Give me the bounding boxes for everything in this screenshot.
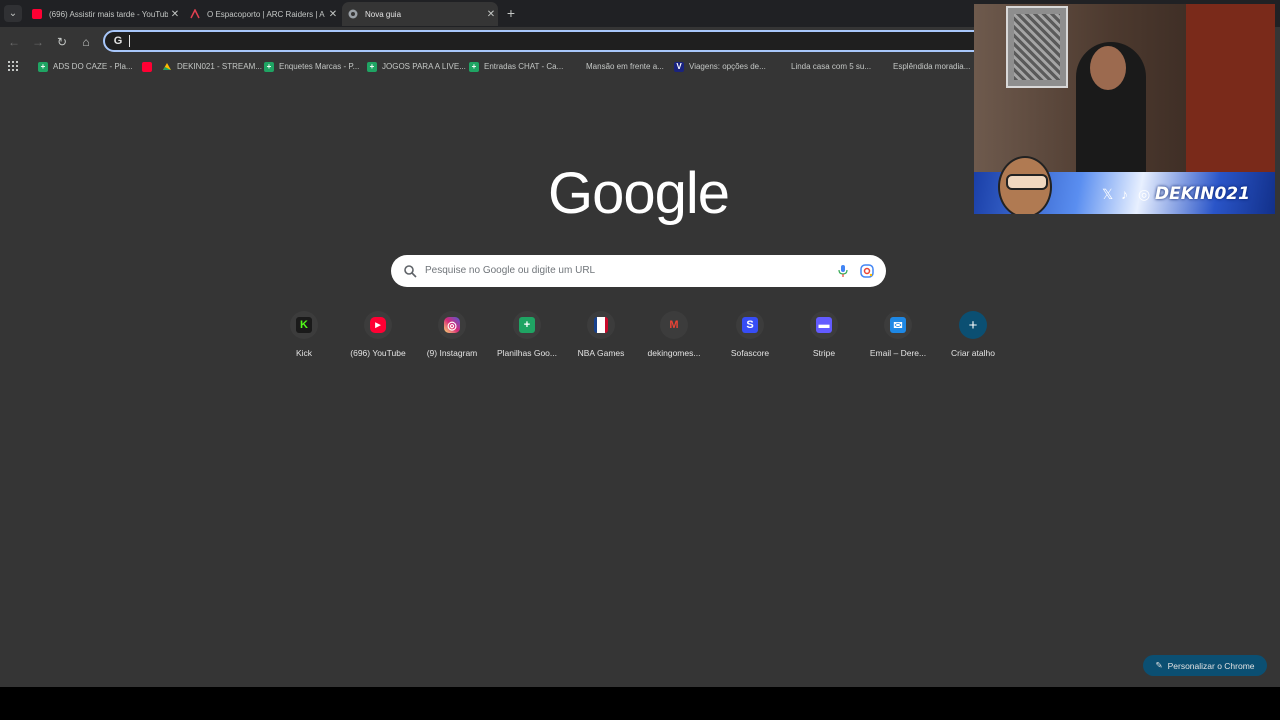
cartoon-avatar [998,156,1052,214]
bookmark-label: Esplêndida moradia... [893,62,971,71]
customize-label: Personalizar o Chrome [1167,660,1255,671]
shortcut-label: (696) YouTube [350,348,406,358]
framed-poster [1006,6,1068,88]
microphone-icon[interactable] [837,264,849,278]
google-g-icon: G [113,35,123,47]
shortcut-instagram[interactable]: ◎ (9) Instagram [414,311,490,371]
x-logo-icon: 𝕏 [1102,186,1114,202]
sheets-icon: + [367,61,377,72]
shortcut-label: Kick [295,348,313,358]
youtube-icon [142,61,152,72]
bookmark-label: Linda casa com 5 su... [791,62,872,71]
shortcut-email[interactable]: ✉ Email – Dere... [860,311,936,371]
tab-youtube[interactable]: (696) Assistir mais tarde - YouTube ✕ [26,2,182,26]
bookmark-label: ADS DO CAZE - Pla... [53,62,133,71]
address-bar[interactable]: G [103,30,1103,52]
search-placeholder: Pesquise no Google ou digite um URL [425,265,596,276]
google-logo: Google [548,161,730,226]
shortcut-label: Sofascore [730,348,770,358]
shortcut-label: Email – Dere... [869,348,927,358]
google-lens-icon[interactable] [860,264,874,278]
bookmark-label: JOGOS PARA A LIVE... [382,62,466,71]
instagram-icon: ◎ [1138,186,1151,202]
bookmark-jogos-para-a-live[interactable]: + JOGOS PARA A LIVE... [367,60,466,73]
back-arrow-icon[interactable]: ← [6,34,22,50]
bookmark-label: Enquetes Marcas - P... [279,62,360,71]
text-cursor [129,35,130,47]
close-icon[interactable]: ✕ [168,9,182,20]
home-icon[interactable]: ⌂ [78,34,94,50]
bookmark-enquetes-marcas[interactable]: + Enquetes Marcas - P... [264,60,359,73]
gmail-icon: M [669,319,679,331]
pencil-icon: ✎ [1155,660,1163,670]
stripe-icon: ▬ [816,317,832,333]
drive-icon [162,62,172,72]
forward-arrow-icon[interactable]: → [30,34,46,50]
shortcut-stripe[interactable]: ▬ Stripe [786,311,862,371]
sheets-icon: + [264,61,274,72]
bookmark-entradas-chat[interactable]: + Entradas CHAT - Ca... [469,60,563,73]
arc-raiders-icon [190,9,200,19]
tab-arc-raiders[interactable]: O Espacoporto | ARC Raiders | A ✕ [184,2,340,26]
sheets-icon: + [38,61,48,72]
reload-icon[interactable]: ↻ [54,34,70,50]
shortcut-youtube[interactable]: ▶ (696) YouTube [340,311,416,371]
tab-title: O Espacoporto | ARC Raiders | A [207,9,325,19]
red-door [1186,4,1275,172]
instagram-icon: ◎ [444,317,460,333]
shortcut-gmail[interactable]: M dekingomes... [636,311,712,371]
nba-icon [594,317,608,333]
shortcut-planilhas-google[interactable]: + Planilhas Goo... [489,311,565,371]
sofascore-icon: S [742,317,758,333]
new-tab-button[interactable]: + [503,4,519,22]
bookmark-esplendida-moradia[interactable]: Esplêndida moradia... [893,60,970,73]
google-search-box[interactable]: Pesquise no Google ou digite um URL [391,255,886,287]
bookmark-label: Viagens: opções de... [689,62,766,71]
bookmark-dekin021-stream[interactable]: DEKIN021 - STREAM... [162,60,262,73]
youtube-icon: ▶ [370,317,386,333]
bookmark-label: Mansão em frente a... [586,62,664,71]
add-icon: + [968,316,978,334]
bookmark-mansao[interactable]: Mansão em frente a... [586,60,664,73]
tab-search-chevron-icon[interactable]: ⌄ [4,5,22,22]
shortcut-criar-atalho[interactable]: + Criar atalho [935,311,1011,371]
shortcut-label: dekingomes... [647,348,701,358]
shortcut-label: (9) Instagram [426,348,478,358]
flag-icon: V [674,61,684,72]
shortcut-label: Stripe [812,348,836,358]
bookmark-youtube[interactable] [142,60,157,73]
email-icon: ✉ [890,317,906,333]
shortcut-kick[interactable]: K Kick [266,311,342,371]
bookmark-label: Entradas CHAT - Ca... [484,62,564,71]
tab-nova-guia[interactable]: Nova guia ✕ [342,2,498,26]
chrome-icon [348,9,358,19]
webcam-overlay: 𝕏 ♪ ◎ DEKIN021 [974,4,1275,214]
customize-chrome-button[interactable]: ✎ Personalizar o Chrome [1143,655,1267,676]
bookmark-linda-casa[interactable]: Linda casa com 5 su... [791,60,871,73]
close-icon[interactable]: ✕ [326,9,340,20]
shortcut-nba-games[interactable]: NBA Games [563,311,639,371]
kick-icon: K [296,317,312,333]
tab-title: (696) Assistir mais tarde - YouTube [49,9,168,19]
bookmark-viagens[interactable]: V Viagens: opções de... [674,60,766,73]
streamer-head [1090,46,1126,90]
shortcut-label: Criar atalho [951,348,995,358]
search-icon [404,265,417,278]
apps-grid-icon[interactable] [8,61,18,71]
shortcut-label: NBA Games [577,348,625,358]
streamer-handle: DEKIN021 [1155,184,1250,204]
close-icon[interactable]: ✕ [484,9,498,20]
bookmark-label: DEKIN021 - STREAM... [177,62,262,71]
sheets-icon: + [469,61,479,72]
tab-title: Nova guia [365,9,402,19]
shortcut-sofascore[interactable]: S Sofascore [712,311,788,371]
sheets-icon: + [519,317,535,333]
bookmark-ads-do-caze[interactable]: + ADS DO CAZE - Pla... [38,60,133,73]
youtube-icon [32,9,42,19]
shortcut-label: Planilhas Goo... [496,348,557,358]
tiktok-icon: ♪ [1121,186,1128,202]
